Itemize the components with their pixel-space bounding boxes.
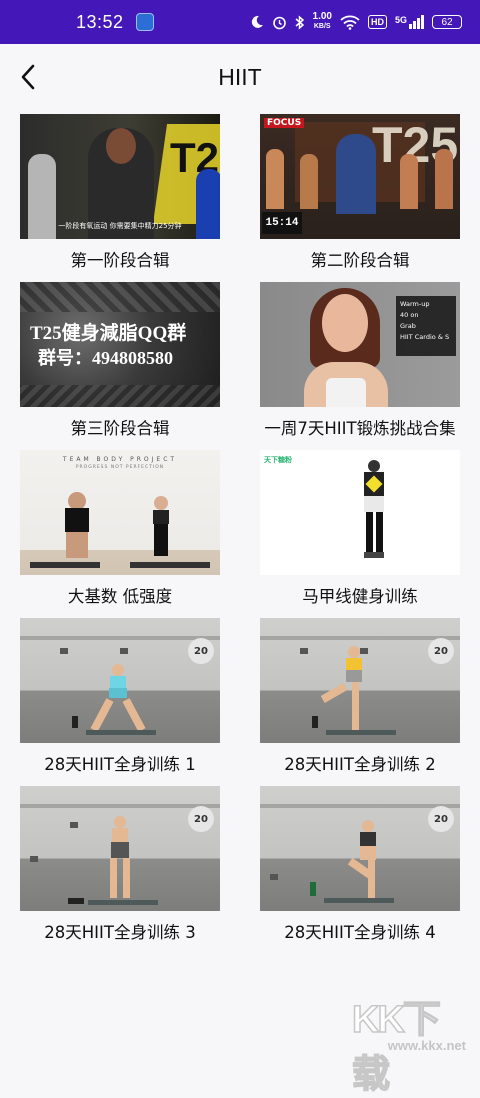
brand-tagline: PROGRESS NOT PERFECTION: [75, 465, 165, 470]
status-time: 13:52: [76, 11, 124, 32]
video-title: 第二阶段合辑: [310, 251, 410, 270]
video-thumbnail[interactable]: Warm-up 40 on Grab HIIT Cardio & S: [260, 282, 460, 407]
video-thumbnail[interactable]: 20: [260, 786, 460, 911]
signal-icon: 5G: [395, 15, 424, 29]
checklist-item: Warm-up: [400, 300, 430, 308]
qq-group-number: 群号：494808580: [38, 348, 173, 368]
video-thumbnail[interactable]: TEAM BODY PROJECT PROGRESS NOT PERFECTIO…: [20, 450, 220, 575]
focus-brand: FOCUS: [264, 118, 305, 128]
video-card[interactable]: 20 28天HIIT全身训练 2: [260, 618, 460, 786]
net-speed-unit: KB/S: [313, 23, 331, 30]
video-title: 28天HIIT全身训练 3: [44, 923, 196, 942]
brand-text: TEAM BODY PROJECT: [62, 456, 178, 463]
page-title: HIIT: [218, 64, 262, 90]
site-watermark: KK下载 www.kkx.net: [351, 988, 470, 1097]
video-grid: T25 一阶段有氧运动 你需要集中精力25分钟 第一阶段合辑 FOCUS T25…: [20, 114, 460, 954]
video-card[interactable]: Warm-up 40 on Grab HIIT Cardio & S 一周7天H…: [260, 282, 460, 450]
video-title: 大基数 低强度: [67, 587, 173, 606]
timer-display: 15:14: [262, 212, 302, 234]
hd-icon: HD: [367, 15, 387, 29]
video-title: 第一阶段合辑: [70, 251, 170, 270]
network-speed: 1.00 KB/S: [313, 12, 332, 32]
notification-app-icon: [135, 13, 154, 31]
alarm-icon: [272, 16, 286, 29]
subtitle-text: 一阶段有氧运动 你需要集中精力25分钟: [58, 222, 182, 230]
video-card[interactable]: T25健身減脂QQ群 群号：494808580 第三阶段合辑: [20, 282, 220, 450]
status-icons: 1.00 KB/S HD 5G 62: [250, 12, 462, 32]
watermark-url: www.kkx.net: [387, 1038, 466, 1053]
checklist-item: HIIT Cardio & S: [400, 333, 450, 341]
back-arrow-icon: [21, 64, 35, 90]
video-card[interactable]: 20 28天HIIT全身训练 4: [260, 786, 460, 954]
video-title: 28天HIIT全身训练 4: [284, 923, 436, 942]
episode-badge: 20: [428, 638, 454, 664]
episode-badge: 20: [188, 638, 214, 664]
video-title: 第三阶段合辑: [70, 419, 170, 438]
workout-checklist: Warm-up 40 on Grab HIIT Cardio & S: [396, 296, 456, 356]
video-thumbnail[interactable]: T25健身減脂QQ群 群号：494808580: [20, 282, 220, 407]
video-card[interactable]: 天下糖粉 马甲线健身训练: [260, 450, 460, 618]
video-title: 28天HIIT全身训练 2: [284, 755, 436, 774]
video-card[interactable]: TEAM BODY PROJECT PROGRESS NOT PERFECTIO…: [20, 450, 220, 618]
brand-text: 天下糖粉: [264, 456, 292, 464]
status-bar: 13:52 1.00 KB/S HD 5G 62: [0, 0, 480, 44]
app-header: HIIT: [0, 44, 480, 110]
video-thumbnail[interactable]: 20: [20, 618, 220, 743]
battery-icon: 62: [432, 15, 462, 29]
video-title: 28天HIIT全身训练 1: [44, 755, 196, 774]
net-speed-value: 1.00: [312, 11, 332, 22]
wifi-icon: [340, 15, 360, 30]
checklist-item: 40 on: [400, 311, 419, 319]
video-card[interactable]: 20 28天HIIT全身训练 1: [20, 618, 220, 786]
signal-label: 5G: [394, 15, 407, 25]
episode-badge: 20: [428, 806, 454, 832]
video-title: 马甲线健身训练: [302, 587, 418, 606]
bluetooth-icon: [295, 14, 304, 30]
video-card[interactable]: FOCUS T25 15:14 第二阶段合辑: [260, 114, 460, 282]
video-thumbnail[interactable]: 20: [20, 786, 220, 911]
video-card[interactable]: T25 一阶段有氧运动 你需要集中精力25分钟 第一阶段合辑: [20, 114, 220, 282]
back-button[interactable]: [8, 55, 48, 99]
video-thumbnail[interactable]: 天下糖粉: [260, 450, 460, 575]
video-card[interactable]: 20 28天HIIT全身训练 3: [20, 786, 220, 954]
video-thumbnail[interactable]: 20: [260, 618, 460, 743]
qq-group-title: T25健身減脂QQ群: [30, 323, 187, 344]
video-title: 一周7天HIIT锻炼挑战合集: [264, 419, 456, 438]
episode-badge: 20: [188, 806, 214, 832]
checklist-item: Grab: [400, 322, 416, 330]
battery-level: 62: [441, 16, 453, 28]
video-thumbnail[interactable]: T25 一阶段有氧运动 你需要集中精力25分钟: [20, 114, 220, 239]
video-thumbnail[interactable]: FOCUS T25 15:14: [260, 114, 460, 239]
moon-icon: [251, 15, 263, 28]
